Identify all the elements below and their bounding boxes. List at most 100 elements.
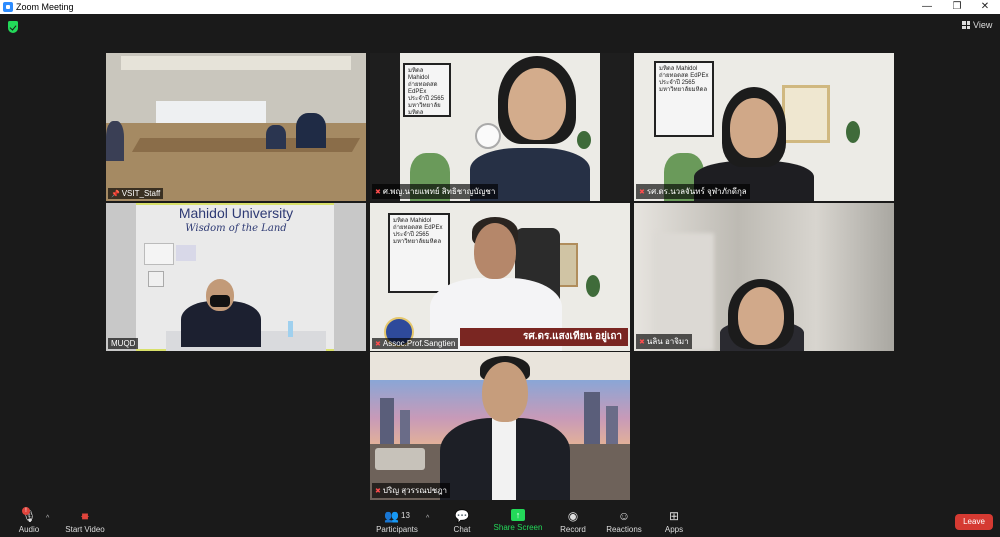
seated-person	[296, 113, 326, 148]
grid-view-icon	[962, 21, 970, 29]
microphone-icon: 🎙 !	[21, 507, 37, 523]
participant-name-tag: ✖ รศ.ดร.นวลจันทร์ จุฬาภักดีกุล	[636, 184, 750, 199]
muted-mic-icon: ✖	[375, 340, 381, 348]
chat-button[interactable]: 💬 Chat	[448, 509, 476, 534]
leave-button[interactable]: Leave	[955, 514, 993, 530]
participants-button[interactable]: 👥 13 Participants	[374, 509, 420, 534]
chat-bubble-icon: 💬	[454, 509, 470, 523]
potted-plant	[846, 121, 860, 143]
framed-picture	[782, 85, 830, 143]
record-label: Record	[560, 525, 586, 534]
participant-name-tag: ✖ ปริญ สุวรรณปชฎา	[372, 483, 451, 498]
participants-icon: 👥 13	[384, 509, 410, 523]
window-title: Zoom Meeting	[16, 2, 74, 12]
event-poster: มหิดล Mahidol ถ่ายทอดสด EdPEx ประจำปี 2565…	[654, 61, 714, 137]
share-screen-label: Share Screen	[493, 523, 543, 532]
start-video-label: Start Video	[65, 525, 105, 534]
apps-label: Apps	[664, 525, 684, 534]
seated-person	[266, 125, 286, 149]
view-button[interactable]: View	[962, 20, 992, 30]
video-tile-participant-3[interactable]: มหิดล Mahidol ถ่ายทอดสด EdPEx ประจำปี 2565…	[634, 53, 894, 201]
apps-button[interactable]: ⊞ Apps	[660, 509, 688, 534]
participant-name-tag: MUQD	[108, 338, 139, 349]
water-bottle	[288, 321, 293, 337]
audio-label: Audio	[18, 525, 40, 534]
muted-mic-icon: ✖	[639, 338, 645, 346]
chat-label: Chat	[453, 525, 471, 534]
sofa	[375, 448, 425, 470]
participant-face	[482, 362, 528, 422]
event-poster: มหิดล Mahidol ถ่ายทอดสด EdPEx ประจำปี 2565…	[388, 213, 450, 293]
zoom-app-icon	[3, 2, 13, 12]
apps-grid-icon: ⊞	[668, 509, 680, 523]
audio-options-chevron-up-icon[interactable]: ^	[46, 515, 49, 522]
muted-mic-icon: ✖	[375, 487, 381, 495]
muted-mic-icon: ✖	[375, 188, 381, 196]
participant-name-tag: ✖ ศ.พญ.นายแพทย์ สิทธิชาญบัญชา	[372, 184, 499, 199]
ceiling-lights	[121, 56, 351, 70]
participant-name: นลิน อาจิมา	[646, 337, 689, 346]
skyscraper	[584, 392, 600, 444]
event-poster: มหิดล Mahidol ถ่ายทอดสด EdPEx ประจำปี 2565…	[403, 63, 451, 117]
mahidol-title: Mahidol University	[178, 205, 294, 221]
potted-plant	[577, 131, 591, 149]
video-tile-sangtien[interactable]: มหิดล Mahidol ถ่ายทอดสด EdPEx ประจำปี 2565…	[370, 203, 630, 351]
letterbox	[370, 53, 400, 201]
participant-name: รศ.ดร.นวลจันทร์ จุฬาภักดีกุล	[646, 187, 747, 196]
view-label: View	[973, 20, 993, 30]
participant-face	[730, 98, 778, 158]
participant-name-tag: ✖ Assoc.Prof.Sangtien	[372, 338, 459, 349]
potted-plant	[586, 275, 600, 297]
participant-name-tag: ✖ นลิน อาจิมา	[636, 334, 692, 349]
video-tile-participant-7[interactable]: ✖ ปริญ สุวรรณปชฎา	[370, 352, 630, 500]
mahidol-tagline: Wisdom of the Land	[185, 223, 287, 234]
participant-name: VSIT_Staff	[121, 189, 161, 198]
encryption-shield-icon[interactable]	[8, 21, 18, 33]
close-button[interactable]: ✕	[970, 0, 1000, 14]
wall-clock-icon	[475, 123, 501, 149]
seated-person	[106, 121, 124, 161]
muted-mic-icon: ✖	[639, 188, 645, 196]
record-icon: ◉	[567, 509, 579, 523]
shirt	[492, 418, 516, 500]
share-screen-arrow-icon: ↑	[511, 509, 525, 521]
participant-face	[508, 68, 566, 140]
maximize-button[interactable]: ❐	[942, 0, 972, 14]
reactions-button[interactable]: ☺ Reactions	[604, 509, 644, 534]
video-tile-vsit-staff[interactable]: 📌 VSIT_Staff	[106, 53, 366, 201]
participant-face	[738, 287, 784, 345]
pin-icon: 📌	[111, 190, 120, 198]
wall-panel	[144, 243, 174, 265]
face-mask	[210, 295, 230, 307]
skyscraper	[400, 410, 410, 444]
video-tile-participant-6[interactable]: ✖ นลิน อาจิมา	[634, 203, 894, 351]
participant-name-tag: 📌 VSIT_Staff	[108, 188, 164, 199]
skyscraper	[380, 398, 394, 444]
video-tile-participant-2[interactable]: มหิดล Mahidol ถ่ายทอดสด EdPEx ประจำปี 2565…	[370, 53, 630, 201]
audio-warning-badge: !	[22, 507, 30, 515]
participant-name: ศ.พญ.นายแพทย์ สิทธิชาญบัญชา	[382, 187, 496, 196]
video-off-icon: ■	[81, 509, 89, 523]
participant-name: Assoc.Prof.Sangtien	[382, 339, 456, 348]
participants-count: 13	[401, 511, 410, 520]
emoji-plus-icon: ☺	[617, 509, 631, 523]
window-titlebar: Zoom Meeting — ❐ ✕	[0, 0, 1000, 14]
participant-face	[474, 223, 516, 279]
audio-button[interactable]: 🎙 ! Audio	[14, 507, 44, 534]
start-video-button[interactable]: ■ Start Video	[62, 509, 108, 534]
participant-name: ปริญ สุวรรณปชฎา	[382, 486, 448, 495]
video-tile-muqd[interactable]: Mahidol University Wisdom of the Land MU…	[106, 203, 366, 351]
wall-panel	[176, 245, 196, 261]
reactions-label: Reactions	[606, 525, 642, 534]
skyscraper	[606, 406, 618, 444]
share-screen-button[interactable]: ↑ Share Screen	[492, 509, 544, 532]
participants-label: Participants	[376, 525, 418, 534]
participants-options-chevron-up-icon[interactable]: ^	[426, 515, 429, 522]
participant-name: MUQD	[111, 339, 136, 348]
wall-switch	[148, 271, 164, 287]
speaker-name-banner: รศ.ดร.แสงเทียน อยู่เถา	[460, 328, 628, 346]
minimize-button[interactable]: —	[912, 0, 942, 14]
record-button[interactable]: ◉ Record	[558, 509, 588, 534]
letterbox	[600, 53, 630, 201]
meeting-toolbar: 🎙 ! Audio ^ ■ Start Video 👥 13 Participan…	[0, 503, 1000, 537]
